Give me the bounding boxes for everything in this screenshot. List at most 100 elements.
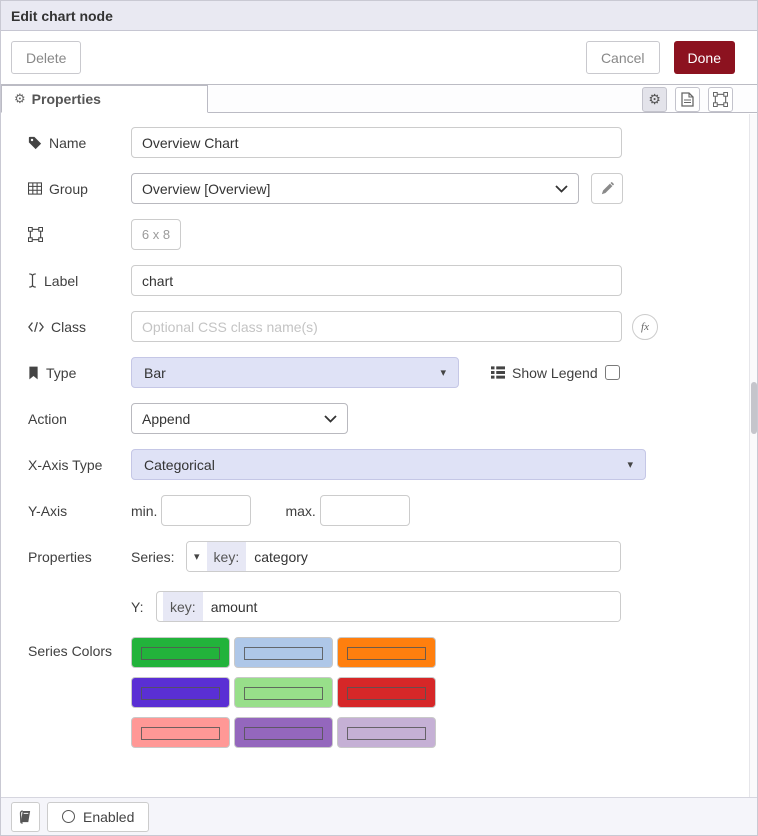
chart-type-value: Bar	[144, 365, 440, 381]
group-label: Group	[49, 181, 88, 197]
circle-icon	[62, 810, 75, 823]
tag-icon	[28, 136, 42, 150]
dialog-header: Edit chart node	[1, 1, 757, 31]
swatch-inner	[347, 727, 426, 740]
row-class: Class fx	[11, 311, 757, 342]
show-legend-wrap: Show Legend	[491, 365, 620, 381]
i-cursor-icon	[28, 273, 37, 288]
series-type-select-button[interactable]: ▾	[187, 542, 207, 571]
action-label: Action	[28, 411, 67, 427]
action-select-value: Append	[142, 411, 324, 427]
series-color-swatch-7[interactable]	[131, 717, 230, 748]
caret-down-icon: ▾	[627, 458, 633, 471]
xaxis-label-wrap: X-Axis Type	[11, 457, 131, 473]
row-y-key: Y: key:	[11, 591, 757, 622]
tab-properties[interactable]: ⚙ Properties	[1, 85, 208, 113]
series-colors-grid	[131, 637, 436, 748]
document-icon	[681, 92, 694, 107]
tab-bar: ⚙ Properties ⚙	[1, 85, 757, 113]
info-button[interactable]	[11, 802, 40, 832]
series-key-prefix: key:	[207, 542, 247, 571]
bookmark-icon	[28, 366, 39, 380]
row-xaxis-type: X-Axis Type Categorical ▾	[11, 449, 757, 480]
size-button[interactable]: 6 x 8	[131, 219, 181, 250]
row-series-colors: Series Colors	[11, 637, 757, 748]
series-key-input[interactable]	[246, 542, 620, 571]
y-field-label: Y:	[131, 599, 156, 615]
y-key-input[interactable]	[203, 592, 620, 621]
yaxis-label: Y-Axis	[28, 503, 67, 519]
row-yaxis: Y-Axis min. max.	[11, 495, 757, 526]
series-color-swatch-9[interactable]	[337, 717, 436, 748]
series-color-swatch-2[interactable]	[234, 637, 333, 668]
fx-icon: fx	[641, 321, 649, 333]
name-input[interactable]	[131, 127, 622, 158]
scrollbar-thumb[interactable]	[751, 382, 757, 434]
name-label-wrap: Name	[11, 135, 131, 151]
caret-down-icon: ▾	[440, 366, 446, 379]
group-select[interactable]: Overview [Overview]	[131, 173, 579, 204]
properties-label-wrap: Properties	[11, 549, 131, 565]
action-label-wrap: Action	[11, 411, 131, 427]
cancel-button[interactable]: Cancel	[586, 41, 660, 74]
object-group-icon	[28, 227, 43, 242]
row-type: Type Bar ▾ Show Legend	[11, 357, 757, 388]
size-label-wrap	[11, 227, 131, 242]
gear-icon: ⚙	[648, 92, 661, 108]
label-label-wrap: Label	[11, 273, 131, 289]
series-field-label: Series:	[131, 549, 186, 565]
series-color-swatch-3[interactable]	[337, 637, 436, 668]
name-label: Name	[49, 135, 86, 151]
list-icon	[491, 366, 505, 379]
yaxis-max-input[interactable]	[320, 495, 410, 526]
show-legend-checkbox[interactable]	[605, 365, 620, 380]
class-input[interactable]	[131, 311, 622, 342]
properties-view-button[interactable]: ⚙	[642, 87, 667, 112]
enabled-toggle-button[interactable]: Enabled	[47, 802, 149, 832]
expression-button[interactable]: fx	[632, 314, 658, 340]
label-label: Label	[44, 273, 78, 289]
series-color-swatch-1[interactable]	[131, 637, 230, 668]
properties-label: Properties	[28, 549, 92, 565]
swatch-inner	[244, 727, 323, 740]
xaxis-type-label: X-Axis Type	[28, 457, 102, 473]
row-size: 6 x 8	[11, 219, 757, 250]
swatch-inner	[347, 687, 426, 700]
table-icon	[28, 182, 42, 195]
edit-group-button[interactable]	[591, 173, 623, 204]
swatch-inner	[141, 687, 220, 700]
action-select[interactable]: Append	[131, 403, 348, 434]
dialog-title: Edit chart node	[11, 8, 113, 24]
yaxis-min-label: min.	[131, 503, 157, 519]
type-label-wrap: Type	[11, 365, 131, 381]
yaxis-min-input[interactable]	[161, 495, 251, 526]
show-legend-label: Show Legend	[512, 365, 598, 381]
dialog-button-row: Delete Cancel Done	[1, 31, 757, 85]
delete-button[interactable]: Delete	[11, 41, 81, 74]
row-name: Name	[11, 127, 757, 158]
swatch-inner	[244, 687, 323, 700]
group-select-value: Overview [Overview]	[142, 181, 555, 197]
chevron-down-icon	[324, 415, 337, 423]
code-icon	[28, 321, 44, 333]
chart-type-dropdown[interactable]: Bar ▾	[131, 357, 459, 388]
vertical-scrollbar[interactable]	[749, 114, 757, 797]
done-button[interactable]: Done	[674, 41, 735, 74]
yaxis-max-label: max.	[285, 503, 315, 519]
series-colors-label-wrap: Series Colors	[11, 643, 131, 659]
series-color-swatch-8[interactable]	[234, 717, 333, 748]
tab-icon-buttons: ⚙	[642, 87, 757, 112]
xaxis-type-value: Categorical	[144, 457, 627, 473]
series-color-swatch-4[interactable]	[131, 677, 230, 708]
appearance-view-button[interactable]	[708, 87, 733, 112]
description-view-button[interactable]	[675, 87, 700, 112]
series-typed-input: ▾ key:	[186, 541, 621, 572]
class-label-wrap: Class	[11, 319, 131, 335]
series-color-swatch-5[interactable]	[234, 677, 333, 708]
xaxis-type-dropdown[interactable]: Categorical ▾	[131, 449, 646, 480]
properties-form: Name Group Overview [Overview]	[1, 113, 757, 799]
label-input[interactable]	[131, 265, 622, 296]
group-label-wrap: Group	[11, 181, 131, 197]
series-color-swatch-6[interactable]	[337, 677, 436, 708]
swatch-inner	[347, 647, 426, 660]
